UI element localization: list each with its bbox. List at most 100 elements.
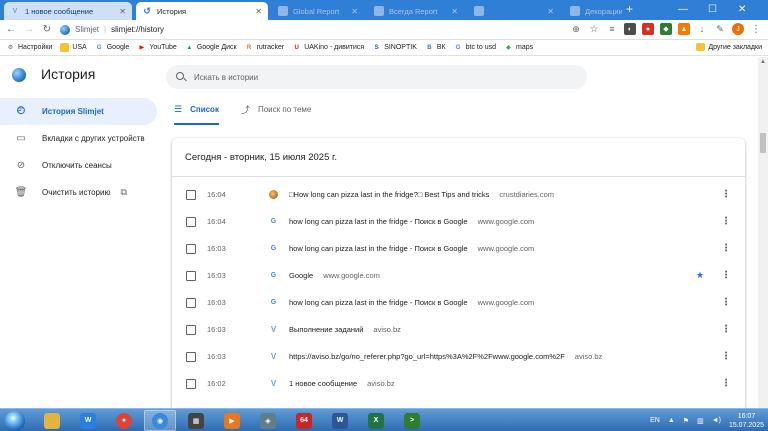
page-domain[interactable]: aviso.bz [373,325,401,334]
tab-background-4[interactable]: Декорации – акция [564,2,622,20]
bookmark-item[interactable]: ⚙ Настройки [6,43,53,52]
row-link[interactable]: how long can pizza last in the fridge - … [289,217,534,226]
url-text[interactable]: slimjet://history [111,25,164,34]
tab-messages[interactable]: V 1 новое сообщение ✕ [4,2,132,20]
more-actions-icon[interactable]: ⋮ [721,324,731,335]
taskbar-app-button[interactable]: > [396,410,428,431]
row-link[interactable]: □How long can pizza last in the fridge?□… [289,190,554,199]
address-bar[interactable]: Slimjet | slimjet://history [60,24,164,35]
taskbar-app-button[interactable]: W [72,410,104,431]
sidebar-item-history[interactable]: 🕘︎ История Slimjet [0,98,157,125]
row-checkbox[interactable] [186,297,196,308]
history-row[interactable]: 16:04 Ghow long can pizza last in the fri… [172,208,745,235]
taskbar-app-button[interactable]: X [360,410,392,431]
close-icon[interactable]: ✕ [119,7,126,16]
history-row[interactable]: 16:03 Vhttps://aviso.bz/go/no_referer.php… [172,343,745,370]
more-actions-icon[interactable]: ⋮ [721,243,731,254]
tab-history[interactable]: ↺ История ✕ [136,2,268,20]
row-checkbox[interactable] [186,378,196,389]
page-title-link[interactable]: how long can pizza last in the fridge - … [289,244,468,253]
close-icon[interactable]: ✕ [547,7,554,16]
sidebar-item-clear-history[interactable]: 🗑︎ Очистить историю ⧉ [0,179,160,206]
more-actions-icon[interactable]: ⋮ [721,351,731,362]
more-actions-icon[interactable]: ⋮ [721,378,731,389]
sidebar-item-other-devices[interactable]: ▭ Вкладки с других устройств [0,125,160,152]
flag-icon[interactable]: ⚑ [683,417,689,425]
page-title-link[interactable]: how long can pizza last in the fridge - … [289,298,468,307]
tab-background-3[interactable]: ✕ [468,2,560,20]
taskbar-app-button[interactable] [36,410,68,431]
row-checkbox[interactable] [186,243,196,254]
row-link[interactable]: Выполнение заданий aviso.bz [289,325,401,334]
sidebar-item-disable-sessions[interactable]: ⊘ Отключить сеансы [0,152,160,179]
back-icon[interactable]: ← [6,24,16,35]
clock[interactable]: 16:07 15.07.2025 [729,412,764,430]
reload-icon[interactable]: ↻ [42,24,52,35]
close-icon[interactable]: ✕ [255,7,262,16]
row-checkbox[interactable] [186,324,196,335]
bookmark-star-icon[interactable]: ☆ [588,23,600,35]
search-box[interactable] [166,65,587,89]
extension-icon[interactable]: ◆ [660,23,672,35]
scroll-up-icon[interactable]: ▲ [760,59,766,65]
tray-expand-icon[interactable]: ▲ [668,417,675,424]
page-title-link[interactable]: https://aviso.bz/go/no_referer.php?go_ur… [289,352,565,361]
row-link[interactable]: 1 новое сообщение aviso.bz [289,379,395,388]
row-checkbox[interactable] [186,189,196,200]
row-link[interactable]: how long can pizza last in the fridge - … [289,244,534,253]
more-actions-icon[interactable]: ⋮ [721,216,731,227]
taskbar-app-button[interactable]: ▶ [216,410,248,431]
search-input[interactable] [194,72,574,82]
maximize-icon[interactable]: ☐ [708,4,717,15]
scrollbar-thumb[interactable] [760,133,766,153]
forward-icon[interactable]: → [24,24,34,35]
page-title-link[interactable]: 1 новое сообщение [289,379,357,388]
page-domain[interactable]: aviso.bz [575,352,603,361]
other-bookmarks[interactable]: Другие закладки [690,43,762,51]
page-domain[interactable]: aviso.bz [367,379,395,388]
minimize-icon[interactable]: — [678,4,688,15]
network-icon[interactable]: ▥ [697,417,704,425]
history-row[interactable]: 16:03 V Выполнение заданий aviso.bz ⋮ [172,316,745,343]
row-link[interactable]: https://aviso.bz/go/no_referer.php?go_ur… [289,352,602,361]
page-title-link[interactable]: Выполнение заданий [289,325,363,334]
bookmark-item[interactable]: В ВК [425,43,445,52]
page-domain[interactable]: crustdiaries.com [499,190,554,199]
taskbar-app-button[interactable]: W [324,410,356,431]
more-actions-icon[interactable]: ⋮ [721,270,731,281]
bookmark-item[interactable]: USA [60,43,87,52]
taskbar-app-button[interactable]: ◉ [144,410,176,431]
bookmark-item[interactable]: ▲ Google Диск [185,43,236,52]
bookmark-item[interactable]: Gbtc to usd [454,43,496,52]
tab-background-2[interactable]: Всегда Report ✕ [368,2,464,20]
extension-icon[interactable]: ▲ [678,23,690,35]
close-icon[interactable]: ✕ [351,7,358,16]
page-title-link[interactable]: □How long can pizza last in the fridge?□… [289,190,489,199]
taskbar-app-button[interactable]: ● [108,410,140,431]
adblock-icon[interactable]: ● [642,23,654,35]
history-row[interactable]: 16:02 V 1 новое сообщение aviso.bz ⋮ [172,370,745,397]
language-indicator[interactable]: EN [650,417,660,424]
zoom-icon[interactable]: ⊕ [570,23,582,35]
bookmark-item[interactable]: ◆ maps [504,43,533,52]
row-checkbox[interactable] [186,351,196,362]
download-icon[interactable]: ↓ [696,23,708,35]
taskbar-app-button[interactable]: 64 [288,410,320,431]
row-link[interactable]: Google www.google.com [289,271,380,280]
close-window-icon[interactable]: ✕ [738,4,746,15]
tab-search-by-topic[interactable]: ⤴ Поиск по теме [241,101,311,117]
history-row[interactable]: 16:03 Ghow long can pizza last in the fri… [172,289,745,316]
volume-icon[interactable]: ◄) [712,417,721,424]
avatar[interactable]: J [732,23,744,35]
page-domain[interactable]: www.google.com [478,217,535,226]
tab-list[interactable]: ☰ Список [174,101,219,125]
page-domain[interactable]: www.google.com [478,244,535,253]
start-button[interactable] [1,409,28,431]
close-icon[interactable]: ✕ [451,7,458,16]
new-tab-icon[interactable]: + [626,2,633,16]
row-checkbox[interactable] [186,270,196,281]
menu-icon[interactable]: ≡ [606,23,618,35]
history-row[interactable]: 16:03 Ghow long can pizza last in the fri… [172,235,745,262]
taskbar-app-button[interactable]: ◈ [252,410,284,431]
page-title-link[interactable]: how long can pizza last in the fridge - … [289,217,468,226]
